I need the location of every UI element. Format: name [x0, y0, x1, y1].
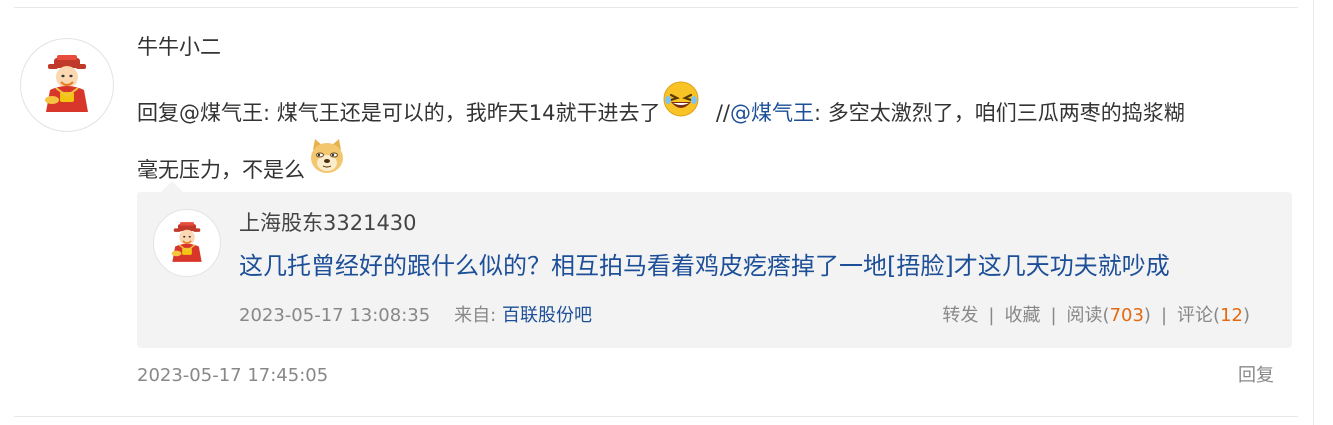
post-timestamp: 2023-05-17 17:45:05 [137, 365, 329, 386]
action-separator: | [988, 305, 995, 326]
action-separator: | [1050, 305, 1057, 326]
post-text-part1: 回复@煤气王: 煤气王还是可以的，我昨天14就干进去了 [137, 101, 661, 125]
post-line-1: 回复@煤气王: 煤气王还是可以的，我昨天14就干进去了 //@煤气王: 多空太激… [137, 81, 1302, 142]
comment-card: 牛牛小二 回复@煤气王: 煤气王还是可以的，我昨天14就干进去了 //@煤气王:… [0, 0, 1333, 425]
quoted-post: 上海股东3321430 这几托曾经好的跟什么似的？相互拍马看着鸡皮疙瘩掉了一地[… [137, 192, 1292, 348]
post-content: 回复@煤气王: 煤气王还是可以的，我昨天14就干进去了 //@煤气王: 多空太激… [137, 81, 1302, 200]
mention-link[interactable]: @煤气王 [730, 101, 814, 125]
user-avatar[interactable] [20, 38, 114, 132]
top-divider [14, 7, 1298, 8]
reply-button[interactable]: 回复 [1238, 362, 1274, 390]
read-count-value: 703 [1109, 305, 1144, 326]
quote-actions: 转发 | 收藏 | 阅读(703) | 评论(12) [942, 302, 1250, 330]
caishen-avatar-icon [45, 55, 88, 112]
quote-text[interactable]: 这几托曾经好的跟什么似的？相互拍马看着鸡皮疙瘩掉了一地[捂脸]才这几天功夫就吵成 [239, 249, 1170, 283]
comment-close-paren: ) [1242, 305, 1250, 326]
caishen-avatar-icon [171, 222, 202, 262]
forward-separator: // [715, 101, 730, 125]
source-label: 来自: [454, 305, 497, 326]
action-separator: | [1160, 305, 1168, 326]
doge-emoji-icon [307, 136, 347, 194]
comment-count[interactable]: 评论(12) [1177, 305, 1250, 326]
read-close-paren: ) [1143, 305, 1151, 326]
quote-user-avatar[interactable] [153, 209, 221, 277]
read-count[interactable]: 阅读(703) [1067, 305, 1151, 326]
quote-meta: 2023-05-17 13:08:35 来自: 百联股份吧 [239, 302, 592, 330]
comment-label: 评论( [1177, 305, 1221, 326]
forward-button[interactable]: 转发 [942, 305, 978, 326]
laughing-emoji-icon [662, 80, 700, 136]
post-text-part2: : 多空太激烈了，咱们三瓜两枣的捣浆糊 [814, 101, 1185, 125]
right-border [1313, 0, 1314, 425]
favorite-button[interactable]: 收藏 [1004, 305, 1040, 326]
bottom-divider [14, 416, 1298, 417]
quote-timestamp: 2023-05-17 13:08:35 [239, 305, 431, 326]
read-label: 阅读( [1066, 305, 1110, 326]
quote-username[interactable]: 上海股东3321430 [239, 208, 417, 238]
source-forum-link[interactable]: 百联股份吧 [502, 305, 592, 326]
comment-count-value: 12 [1220, 305, 1243, 326]
post-username[interactable]: 牛牛小二 [137, 32, 221, 62]
post-text-part3: 毫无压力，不是么 [137, 158, 305, 182]
